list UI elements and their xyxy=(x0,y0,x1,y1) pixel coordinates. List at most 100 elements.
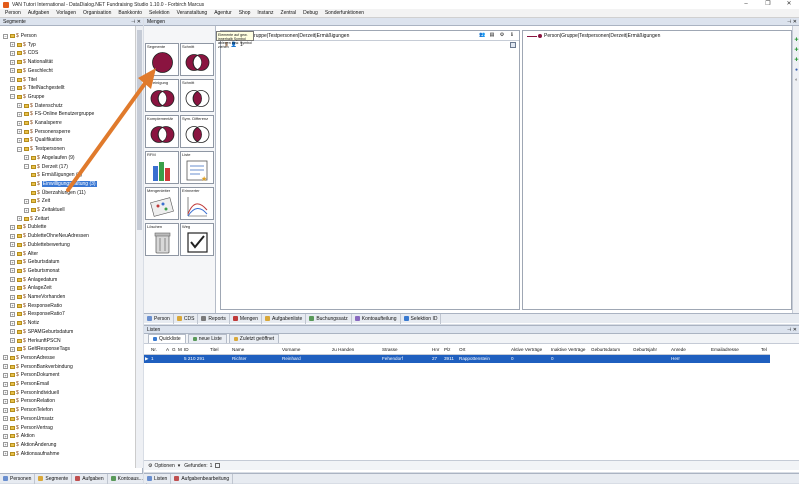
tree-node[interactable]: + $ Kanalsperre xyxy=(17,119,62,127)
expand-icon[interactable]: + xyxy=(10,320,15,326)
document-icon[interactable]: ▤ xyxy=(489,32,495,38)
expand-icon[interactable]: + xyxy=(3,442,8,448)
menu-item-7[interactable]: Agentur xyxy=(214,10,232,16)
add-icon[interactable]: ✚ xyxy=(794,58,799,63)
tree-node[interactable]: + $ PersonRelation xyxy=(3,397,55,405)
menu-item-0[interactable]: Person xyxy=(5,10,21,16)
result-canvas[interactable]: Person|Gruppe|Testpersonen|Derzeit|Ermäß… xyxy=(522,30,792,310)
tree-node[interactable]: + $ AktionÄnderung xyxy=(3,441,56,449)
expand-icon[interactable]: + xyxy=(10,42,15,48)
tree-node[interactable]: + $ Zeitaktuell xyxy=(24,206,65,214)
collapse-icon[interactable]: − xyxy=(10,94,15,100)
expand-icon[interactable]: + xyxy=(10,251,15,256)
tab-6[interactable]: Kontoaufteilung xyxy=(352,313,401,324)
add-icon[interactable]: ✚ xyxy=(794,48,799,53)
add-icon[interactable]: ✚ xyxy=(794,38,799,43)
tab-3[interactable]: Mengen xyxy=(230,313,262,324)
tree-node[interactable]: + $ Alter xyxy=(10,250,38,258)
query-node[interactable]: Person|Gruppe|Testpersonen|Derzeit|Ermäß… xyxy=(221,31,519,41)
expand-icon[interactable]: + xyxy=(17,216,22,222)
expand-icon[interactable]: + xyxy=(24,207,29,213)
palette-tile-9[interactable]: Erinnerter xyxy=(180,187,214,220)
palette-tile-3[interactable]: Schnitt xyxy=(180,79,214,112)
tree-node[interactable]: $ Ermäßigungen (1) xyxy=(31,171,82,179)
menu-item-12[interactable]: Sonderfunktionen xyxy=(325,10,364,16)
menu-item-10[interactable]: Zentral xyxy=(281,10,297,16)
tree-node[interactable]: + $ Notiz xyxy=(10,319,39,327)
column-header[interactable]: Nr. xyxy=(150,345,165,355)
expand-icon[interactable]: + xyxy=(10,259,15,265)
close-button[interactable]: ✕ xyxy=(779,0,799,9)
expand-icon[interactable]: + xyxy=(10,224,15,230)
column-header[interactable]: Titel xyxy=(209,345,231,355)
result-node[interactable]: Person|Gruppe|Testpersonen|Derzeit|Ermäß… xyxy=(523,31,791,41)
column-header[interactable]: ID xyxy=(183,345,209,355)
tree-node[interactable]: + $ DubletteOhneNeuAdressen xyxy=(10,232,89,240)
tree-node[interactable]: $ Überzahlungen (11) xyxy=(31,189,86,197)
pin-icon[interactable]: ⊣ xyxy=(787,19,791,25)
expand-icon[interactable]: + xyxy=(10,85,15,91)
column-header[interactable]: Plz xyxy=(443,345,458,355)
tree-node[interactable]: + $ TitelNachgestellt xyxy=(10,84,65,92)
palette-tile-11[interactable]: Weg xyxy=(180,223,214,256)
menu-item-8[interactable]: Shop xyxy=(239,10,251,16)
tab-0[interactable]: Person xyxy=(144,313,174,324)
chevron-down-icon[interactable]: ▾ xyxy=(178,463,181,469)
tab-1[interactable]: Segmente xyxy=(35,473,73,484)
tree-node[interactable]: + $ Titel xyxy=(10,76,37,84)
tree-node[interactable]: + $ ResponseRatio7 xyxy=(10,310,65,318)
expand-icon[interactable]: + xyxy=(3,425,8,430)
tree-node[interactable]: + $ PersonDokument xyxy=(3,371,59,379)
expand-icon[interactable]: + xyxy=(3,407,8,413)
palette-tile-10[interactable]: Löschen xyxy=(145,223,179,256)
tab-4[interactable]: Aufgabenliste xyxy=(262,313,307,324)
column-header[interactable]: Vorname xyxy=(281,345,331,355)
tab-3[interactable]: Kontoaus... xyxy=(108,473,147,484)
expand-icon[interactable]: + xyxy=(10,50,15,56)
table-row[interactable]: ▶ 1 5 210 291 Richter Reinhard Fehendorf 27 391… xyxy=(144,354,770,363)
export-icon[interactable] xyxy=(215,463,221,468)
tab-1[interactable]: Aufgabenbearbeitung xyxy=(171,473,234,484)
tree-node[interactable]: + $ PersonUmsatz xyxy=(3,415,54,423)
column-header[interactable]: Emailadresse xyxy=(710,345,760,355)
expand-icon[interactable]: + xyxy=(3,398,8,404)
tree-node[interactable]: + $ Personensperre xyxy=(17,128,70,136)
menu-item-6[interactable]: Veranstaltung xyxy=(177,10,208,16)
tree-node[interactable]: + $ Anlagedatum xyxy=(10,276,57,284)
tree-node[interactable]: + $ Abgelaufen (9) xyxy=(24,154,75,162)
gear-icon[interactable]: ⚙ xyxy=(148,463,152,469)
tree-node[interactable]: + $ Geburtsdatum xyxy=(10,258,59,266)
close-icon[interactable]: ✕ xyxy=(793,327,797,333)
tree-node[interactable]: + $ Qualifikation xyxy=(17,136,62,144)
tree-node[interactable]: $ Einwilligungshaltung (3) xyxy=(31,180,97,188)
tree-node[interactable]: − $ Testpersonen xyxy=(17,145,65,153)
menu-item-3[interactable]: Organisation xyxy=(83,10,111,16)
list-tab-1[interactable]: neue Liste xyxy=(187,334,227,343)
expand-icon[interactable]: + xyxy=(3,355,8,361)
tree-node[interactable]: + $ Typ xyxy=(10,41,36,49)
tree-node[interactable]: + $ GeltResponseTags xyxy=(10,345,70,353)
palette-tile-1[interactable]: Schnitt xyxy=(180,43,214,76)
expand-icon[interactable]: + xyxy=(3,381,8,387)
expand-icon[interactable]: + xyxy=(10,233,15,239)
pin-icon[interactable]: ⊣ xyxy=(787,327,791,333)
expand-icon[interactable]: + xyxy=(3,433,8,439)
palette-tile-6[interactable]: RFM xyxy=(145,151,179,184)
expand-icon[interactable]: + xyxy=(10,277,15,283)
tab-1[interactable]: CDS xyxy=(174,313,199,324)
tree-node[interactable]: + $ PersonIndividuell xyxy=(3,389,59,397)
tree-node[interactable]: + $ Zeit xyxy=(24,197,50,205)
tree-node[interactable]: − $ Derzeit (17) xyxy=(24,163,68,171)
tree-node[interactable]: + $ PersonBankverbindung xyxy=(3,363,73,371)
tree-node[interactable]: + $ Geburtsmonat xyxy=(10,267,59,275)
column-header[interactable]: Inaktive Verträge xyxy=(550,345,590,355)
expand-icon[interactable]: + xyxy=(10,77,15,82)
column-header[interactable]: zu Handen xyxy=(331,345,381,355)
tree-node[interactable]: + $ PersonEmail xyxy=(3,380,49,388)
menu-item-11[interactable]: Debug xyxy=(303,10,318,16)
tree-node[interactable]: + $ Datenschutz xyxy=(17,102,63,110)
palette-tile-8[interactable]: Mengenleiter xyxy=(145,187,179,220)
tree-node[interactable]: + $ AnlageZeit xyxy=(10,284,52,292)
tree-node[interactable]: + $ CDS xyxy=(10,49,38,57)
menu-item-9[interactable]: Instanz xyxy=(257,10,273,16)
